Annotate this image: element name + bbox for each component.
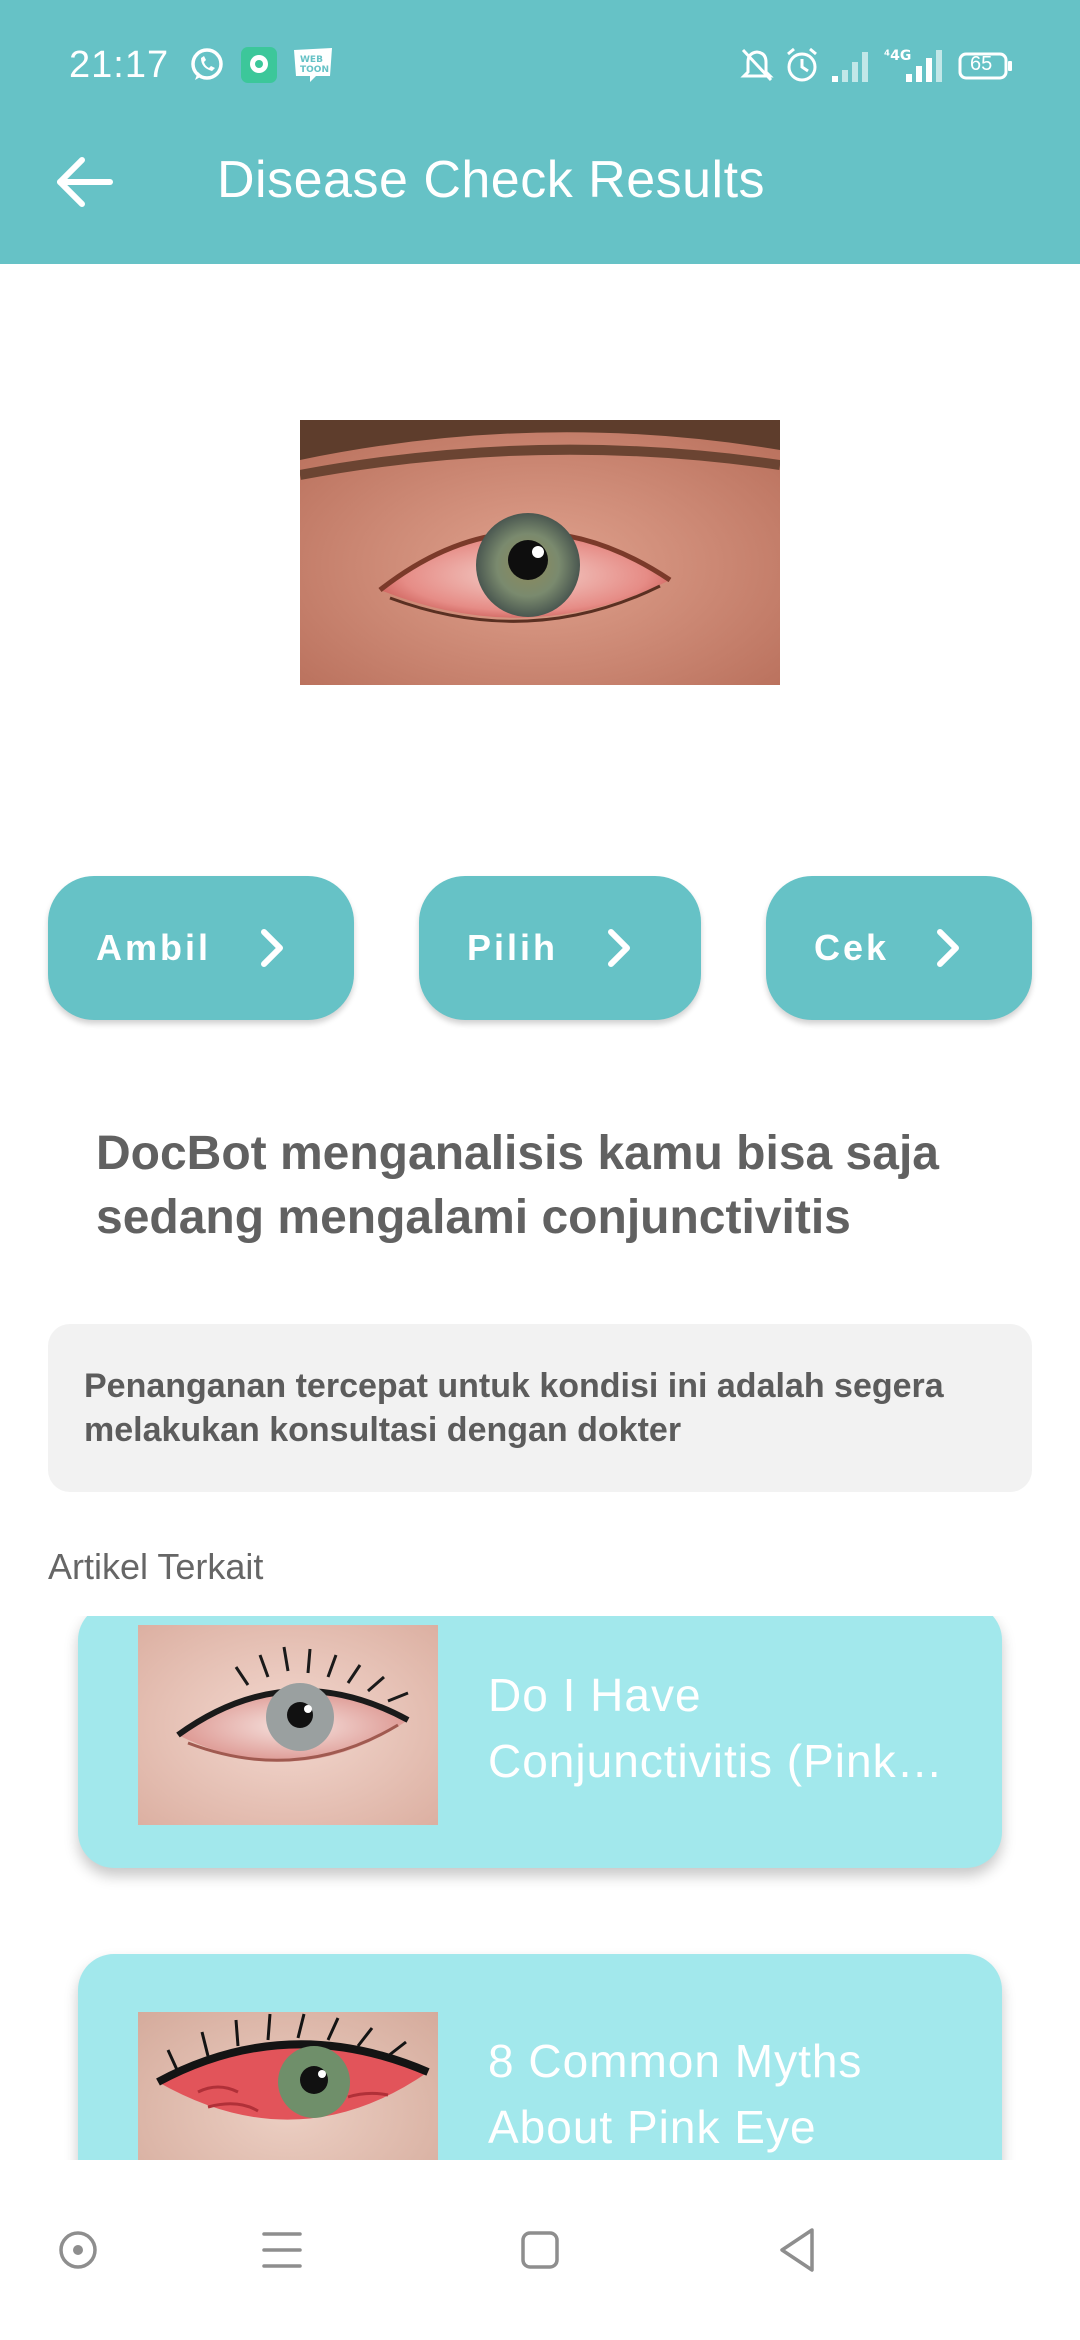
alarm-icon [787,47,817,82]
chevron-right-icon [937,929,959,967]
menu-icon [262,2232,302,2268]
battery-level: 65 [970,53,993,75]
advice-box: Penanganan tercepat untuk kondisi ini ad… [48,1324,1032,1492]
related-articles-label: Artikel Terkait [48,1546,264,1587]
home-icon [521,2231,559,2269]
chat-app-icon [241,47,277,83]
status-time: 21:17 [69,44,170,86]
article-title: Do I Have Conjunctivitis (Pink Eye)? [488,1669,897,1787]
svg-text:WEB: WEB [300,55,323,65]
nav-back-button[interactable] [756,2210,836,2290]
article-thumbnail [138,1625,438,1825]
article-card[interactable]: Do I Have Conjunctivitis (Pink Eye)? [78,1616,1002,1868]
chevron-right-icon [608,929,630,967]
svg-text:⁴4G: ⁴4G [884,48,911,64]
ambil-button[interactable]: Ambil [48,876,354,1020]
article-title: 8 Common Myths About Pink Eye [488,2035,863,2153]
assistant-icon [59,2231,97,2269]
battery-icon: 65 [958,46,1014,84]
mute-bell-icon [740,48,774,82]
assistant-button[interactable] [38,2210,118,2290]
cek-button[interactable]: Cek [766,876,1032,1020]
hero-eye-image [300,420,780,685]
system-nav-bar [0,2160,1080,2340]
related-articles-list[interactable]: Do I Have Conjunctivitis (Pink Eye)? [0,1616,1080,2160]
pilih-button[interactable]: Pilih [419,876,701,1020]
home-button[interactable] [500,2210,580,2290]
page-title: Disease Check Results [217,151,766,209]
pilih-label: Pilih [467,927,559,968]
signal-4g-icon: ⁴4G [884,48,942,82]
chevron-right-icon [261,929,283,967]
signal-icon [832,52,868,82]
back-button[interactable] [52,150,122,214]
menu-button[interactable] [242,2210,322,2290]
app-bar: 21:17 WEB TOON ⁴4G 65 Disease Check Resu… [0,0,1080,264]
article-card[interactable]: 8 Common Myths About Pink Eye [78,1954,1002,2160]
ambil-label: Ambil [96,927,212,968]
arrow-left-icon [57,157,113,207]
status-bar: 21:17 WEB TOON ⁴4G 65 [0,0,1080,132]
whatsapp-icon [191,48,223,80]
cek-label: Cek [814,927,890,968]
article-thumbnail [138,2012,438,2160]
analysis-result-text: DocBot menganalisis kamu bisa saja sedan… [96,1127,939,1244]
advice-text: Penanganan tercepat untuk kondisi ini ad… [84,1367,944,1449]
back-icon [780,2228,814,2272]
svg-text:TOON: TOON [300,65,329,75]
webtoon-icon: WEB TOON [294,48,332,82]
